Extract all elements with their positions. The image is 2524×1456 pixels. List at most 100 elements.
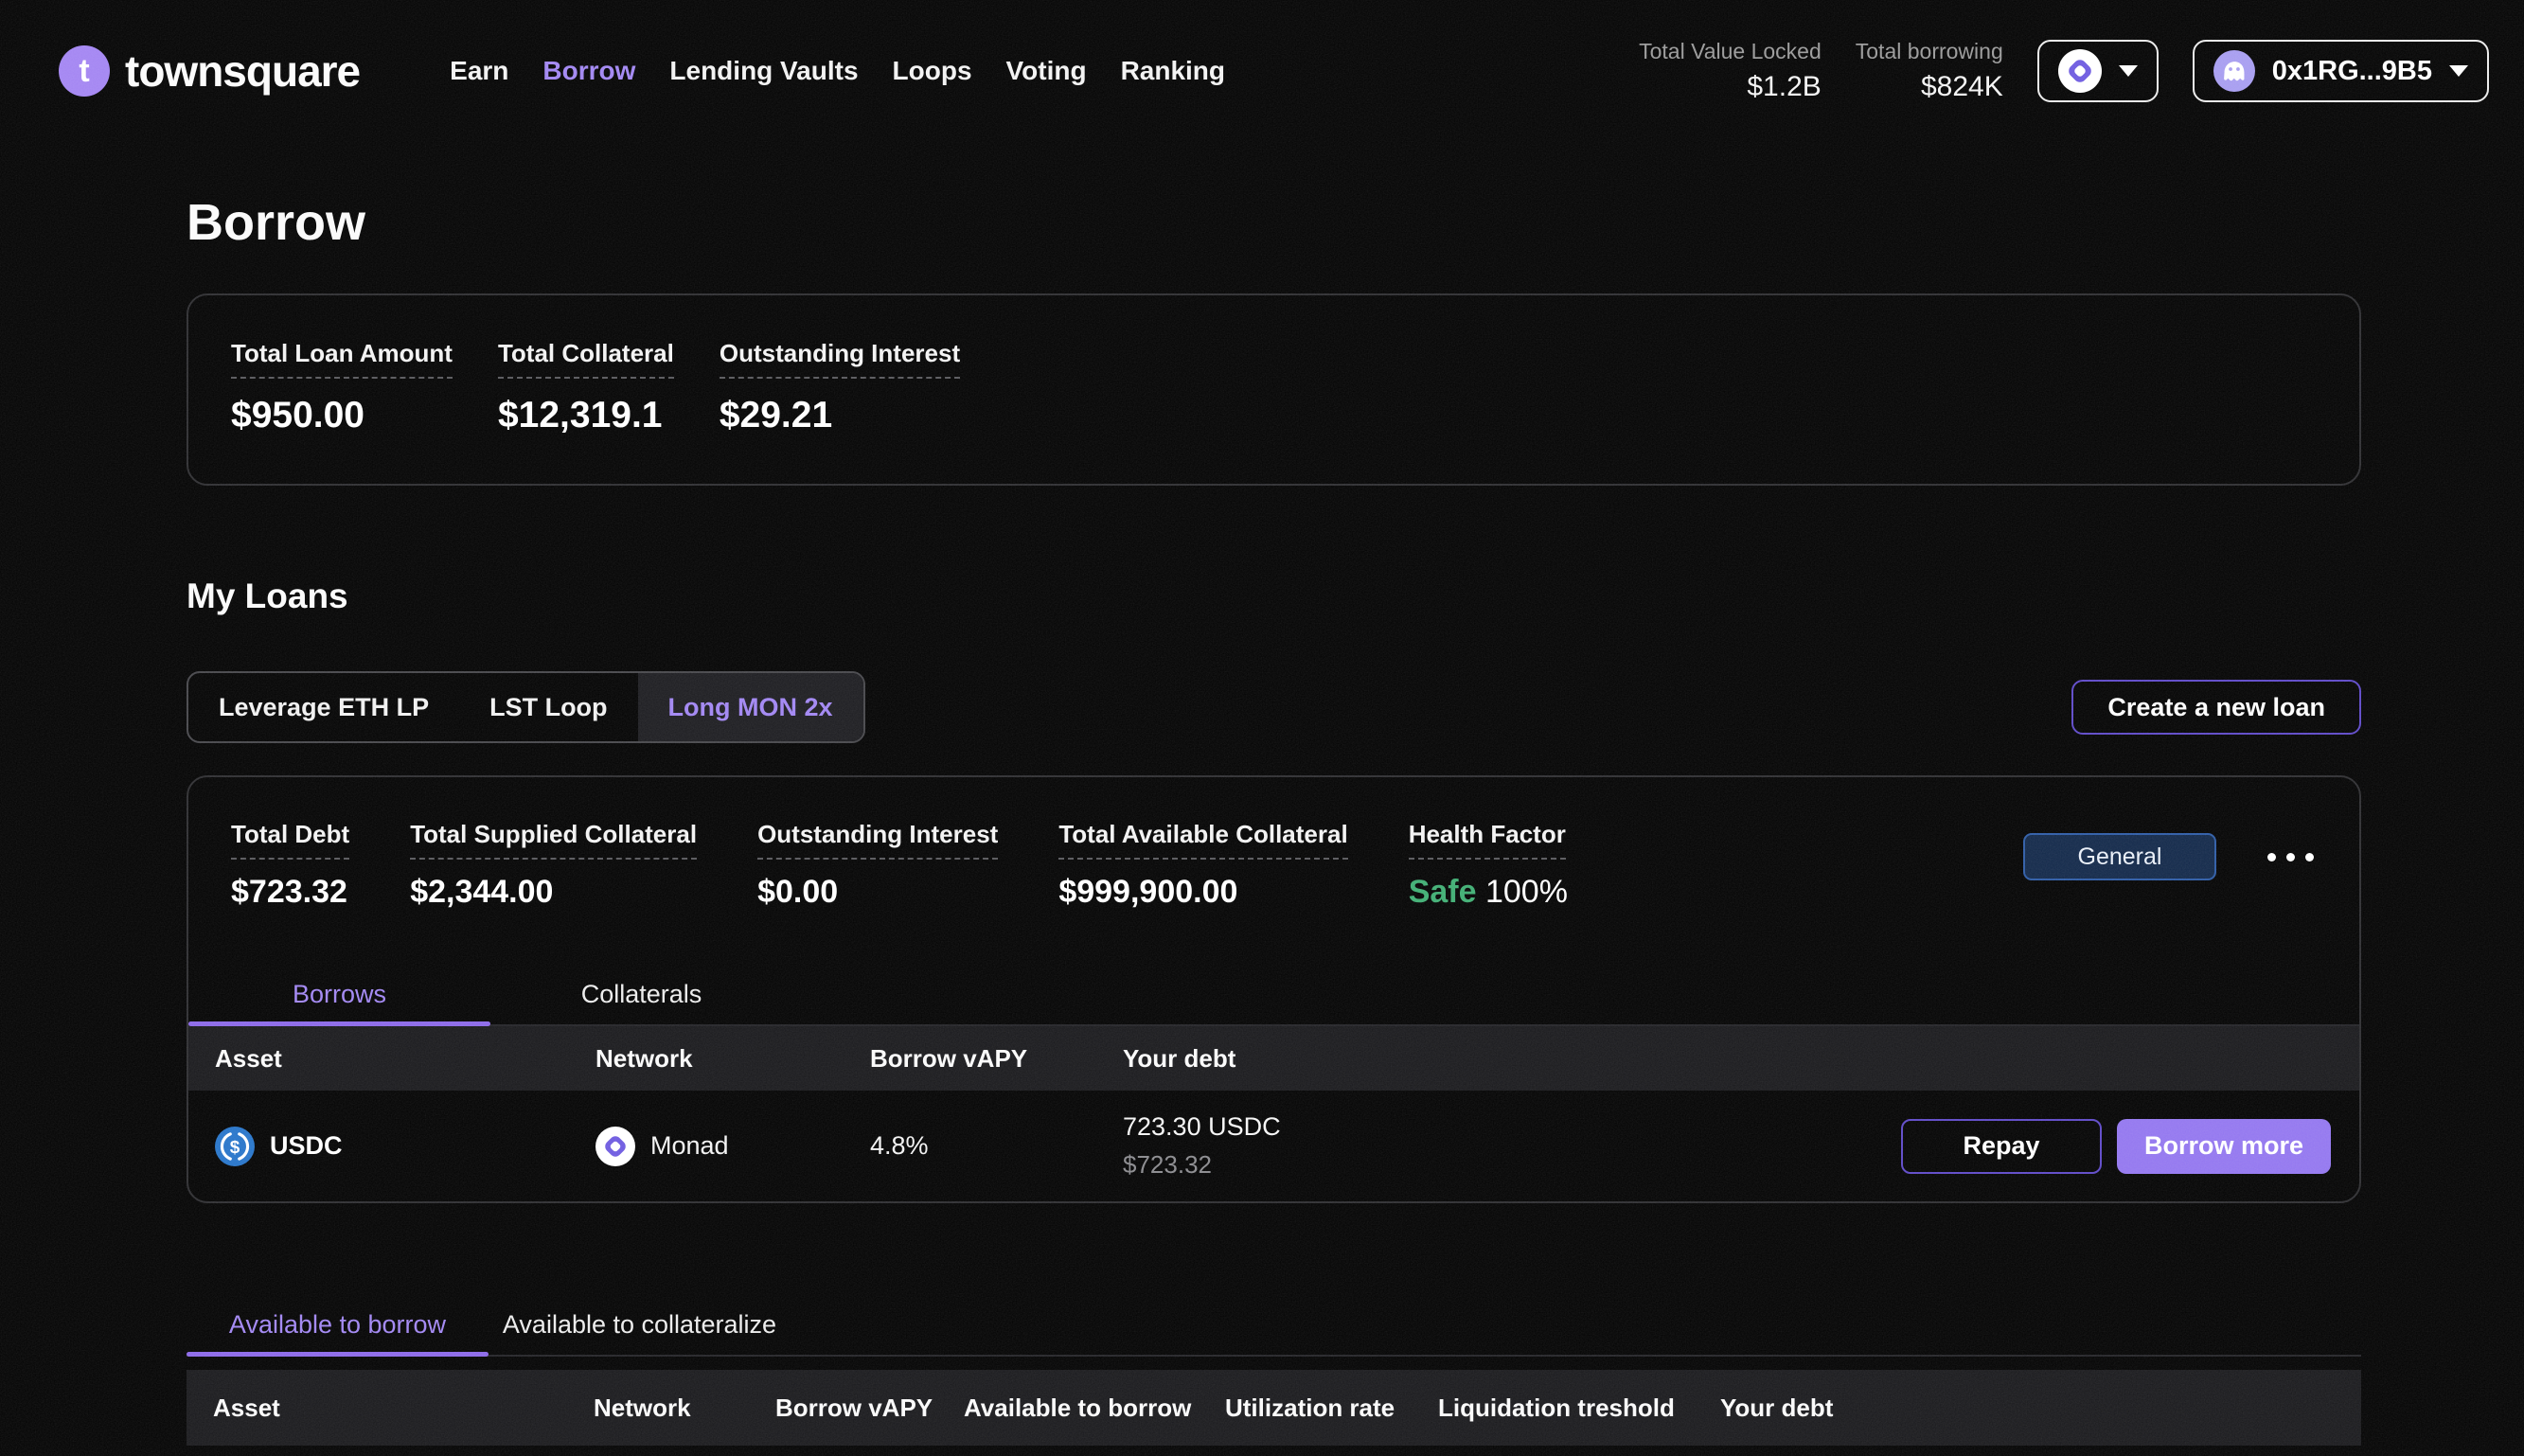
main-nav: Earn Borrow Lending Vaults Loops Voting …	[450, 56, 1225, 86]
loan-tab-lst-loop[interactable]: LST Loop	[459, 673, 637, 741]
page-title: Borrow	[187, 193, 2361, 252]
total-loan-amount-value: $950.00	[231, 395, 453, 436]
brand-name: townsquare	[125, 45, 360, 97]
nav-item-borrow[interactable]: Borrow	[542, 56, 635, 86]
column-header-liquidation-treshold: Liquidation treshold	[1438, 1394, 1720, 1423]
outstanding-interest-stat: Outstanding Interest $29.21	[720, 339, 960, 436]
logo-letter: t	[79, 53, 89, 90]
tab-collaterals[interactable]: Collaterals	[490, 964, 792, 1024]
outstanding-interest-value: $29.21	[720, 395, 960, 436]
my-loans-heading: My Loans	[187, 577, 2361, 616]
outstanding-interest-label: Outstanding Interest	[720, 339, 960, 379]
total-supplied-collateral-value: $2,344.00	[410, 874, 697, 911]
column-header-available-to-borrow: Available to borrow	[964, 1394, 1225, 1423]
column-header-your-debt: Your debt	[1720, 1394, 2361, 1423]
health-percentage: 100%	[1485, 874, 1568, 910]
create-new-loan-button[interactable]: Create a new loan	[2071, 680, 2361, 735]
health-status-badge: Safe	[1409, 874, 1477, 910]
total-value-locked-stat: Total Value Locked $1.2B	[1639, 39, 1822, 103]
repay-button[interactable]: Repay	[1901, 1119, 2102, 1174]
asset-name: USDC	[270, 1131, 343, 1161]
column-header-utilization-rate: Utilization rate	[1225, 1394, 1438, 1423]
loan-outstanding-interest-stat: Outstanding Interest $0.00	[757, 820, 998, 911]
more-options-button[interactable]	[2262, 847, 2320, 867]
svg-text:$: $	[230, 1137, 240, 1157]
total-available-collateral-value: $999,900.00	[1058, 874, 1347, 911]
chevron-down-icon	[2449, 65, 2468, 77]
townsquare-logo-icon: t	[59, 45, 110, 97]
chevron-down-icon	[2119, 65, 2138, 77]
total-debt-label: Total Debt	[231, 820, 349, 860]
brand-logo[interactable]: t townsquare	[59, 45, 360, 97]
total-collateral-value: $12,319.1	[498, 395, 674, 436]
wallet-address: 0x1RG...9B5	[2272, 56, 2432, 87]
total-collateral-stat: Total Collateral $12,319.1	[498, 339, 674, 436]
total-supplied-collateral-stat: Total Supplied Collateral $2,344.00	[410, 820, 697, 911]
borrow-vapy-value: 4.8%	[870, 1131, 1123, 1161]
ellipsis-icon	[2267, 853, 2276, 861]
column-header-your-debt: Your debt	[1123, 1044, 1539, 1074]
loan-detail-card: Total Debt $723.32 Total Supplied Collat…	[187, 775, 2361, 1203]
total-debt-stat: Total Debt $723.32	[231, 820, 349, 911]
asset-cell: $ USDC	[215, 1127, 595, 1166]
loans-toolbar: Leverage ETH LP LST Loop Long MON 2x Cre…	[187, 671, 2361, 743]
loan-view-tabs: Borrows Collaterals	[188, 964, 2359, 1026]
main-content: Borrow Total Loan Amount $950.00 Total C…	[187, 193, 2361, 1446]
total-available-collateral-stat: Total Available Collateral $999,900.00	[1058, 820, 1347, 911]
nav-item-earn[interactable]: Earn	[450, 56, 508, 86]
loan-outstanding-interest-label: Outstanding Interest	[757, 820, 998, 860]
loan-tab-long-mon-2x[interactable]: Long MON 2x	[638, 673, 863, 741]
column-header-network: Network	[594, 1394, 775, 1423]
debt-usd-amount: $723.32	[1123, 1150, 1539, 1180]
nav-item-voting[interactable]: Voting	[1006, 56, 1087, 86]
nav-item-lending-vaults[interactable]: Lending Vaults	[669, 56, 858, 86]
borrow-more-button[interactable]: Borrow more	[2117, 1119, 2331, 1174]
total-available-collateral-label: Total Available Collateral	[1058, 820, 1347, 860]
wallet-button[interactable]: 0x1RG...9B5	[2193, 40, 2489, 102]
nav-item-loops[interactable]: Loops	[893, 56, 972, 86]
column-header-network: Network	[595, 1044, 870, 1074]
ellipsis-icon	[2305, 853, 2314, 861]
total-supplied-collateral-label: Total Supplied Collateral	[410, 820, 697, 860]
loan-stats-row: Total Debt $723.32 Total Supplied Collat…	[188, 777, 2359, 911]
total-value-locked-label: Total Value Locked	[1639, 39, 1822, 64]
usdc-icon: $	[215, 1127, 255, 1166]
total-collateral-label: Total Collateral	[498, 339, 674, 379]
total-loan-amount-stat: Total Loan Amount $950.00	[231, 339, 453, 436]
network-name: Monad	[650, 1131, 729, 1161]
tab-available-to-collateralize[interactable]: Available to collateralize	[489, 1294, 791, 1355]
market-tabs: Available to borrow Available to collate…	[187, 1294, 2361, 1357]
table-row: $ USDC Monad 4.8% 723.30 USDC $723.	[188, 1091, 2359, 1201]
network-cell: Monad	[595, 1127, 870, 1166]
debt-token-amount: 723.30 USDC	[1123, 1112, 1539, 1142]
nav-item-ranking[interactable]: Ranking	[1121, 56, 1225, 86]
ellipsis-icon	[2286, 853, 2295, 861]
header-right: Total Value Locked $1.2B Total borrowing…	[1639, 39, 2489, 103]
loan-tabs: Leverage ETH LP LST Loop Long MON 2x	[187, 671, 865, 743]
loan-outstanding-interest-value: $0.00	[757, 874, 998, 911]
your-debt-cell: 723.30 USDC $723.32	[1123, 1112, 1539, 1180]
health-factor-value: Safe 100%	[1409, 874, 1568, 911]
total-borrowing-stat: Total borrowing $824K	[1856, 39, 2003, 103]
network-selector-button[interactable]	[2037, 40, 2159, 102]
row-actions: Repay Borrow more	[1539, 1119, 2359, 1174]
total-loan-amount-label: Total Loan Amount	[231, 339, 453, 379]
total-value-locked-value: $1.2B	[1639, 71, 1822, 103]
total-borrowing-value: $824K	[1856, 71, 2003, 103]
column-header-borrow-vapy: Borrow vAPY	[870, 1044, 1123, 1074]
phantom-wallet-icon	[2213, 50, 2255, 92]
available-table-header: Asset Network Borrow vAPY Available to b…	[187, 1370, 2361, 1446]
tab-available-to-borrow[interactable]: Available to borrow	[187, 1294, 489, 1355]
health-factor-stat: Health Factor Safe 100%	[1409, 820, 1568, 911]
column-header-borrow-vapy: Borrow vAPY	[775, 1394, 964, 1423]
total-borrowing-label: Total borrowing	[1856, 39, 2003, 64]
loan-controls: General	[2023, 833, 2320, 880]
borrow-summary-card: Total Loan Amount $950.00 Total Collater…	[187, 293, 2361, 486]
monad-icon	[595, 1127, 635, 1166]
general-button[interactable]: General	[2023, 833, 2216, 880]
top-nav-bar: t townsquare Earn Borrow Lending Vaults …	[0, 0, 2524, 142]
health-factor-label: Health Factor	[1409, 820, 1566, 860]
tab-borrows[interactable]: Borrows	[188, 964, 490, 1024]
loan-tab-leverage-eth-lp[interactable]: Leverage ETH LP	[188, 673, 459, 741]
monad-network-icon	[2058, 49, 2102, 93]
